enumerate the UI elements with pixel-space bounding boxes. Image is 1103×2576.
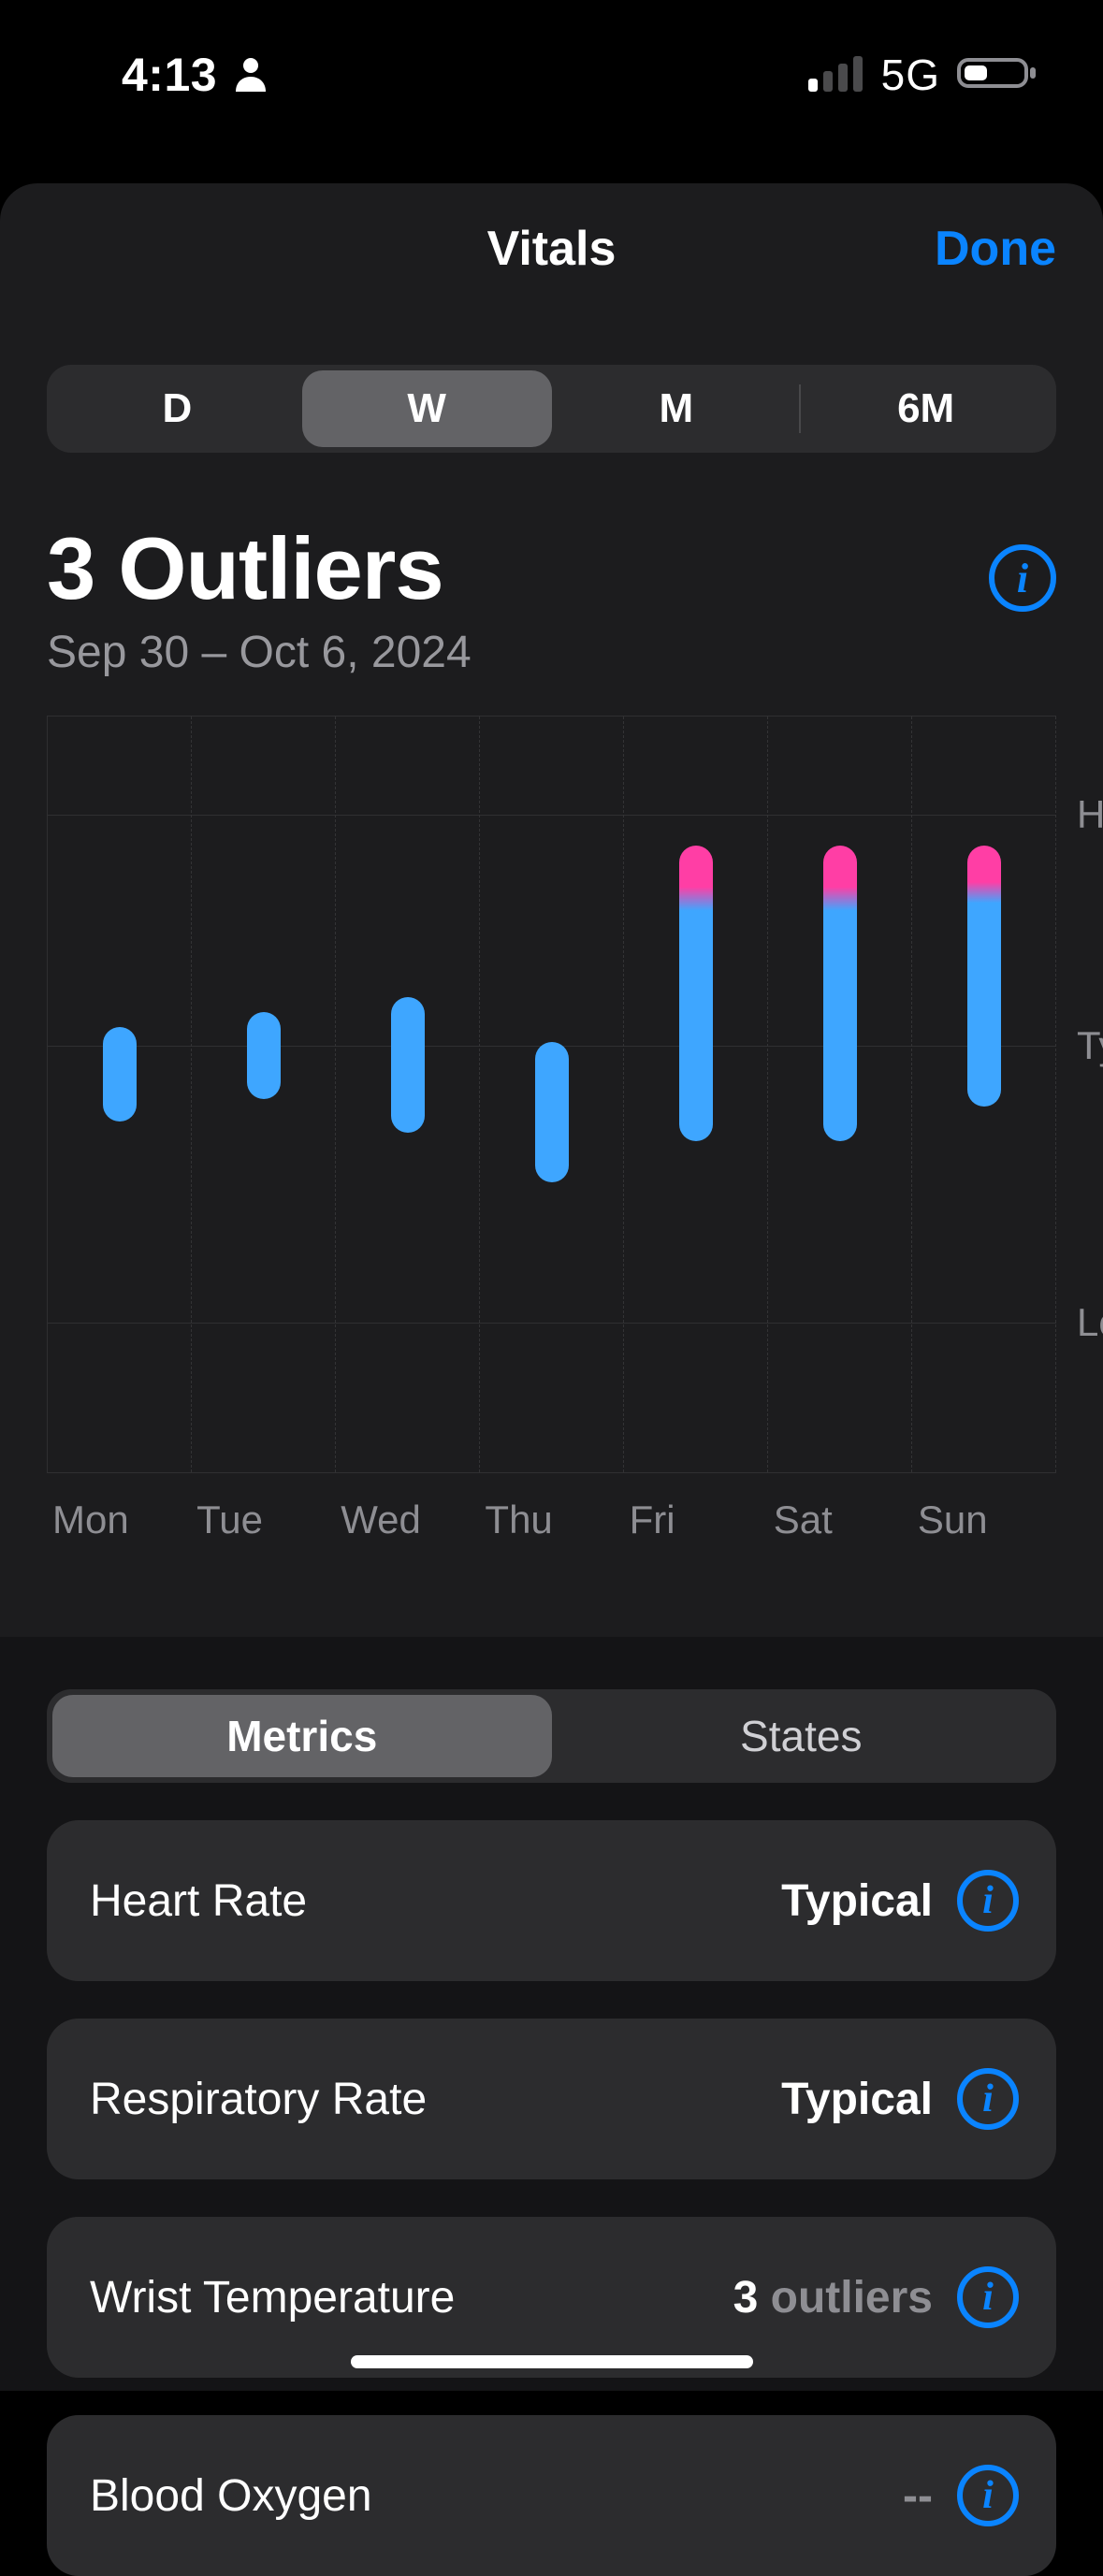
done-button[interactable]: Done [935,221,1056,277]
metric-name: Heart Rate [90,1875,781,1927]
status-bar: 4:13 5G [0,0,1103,150]
range-option-d[interactable]: D [52,370,302,447]
chart-bar [391,997,425,1134]
metric-name: Blood Oxygen [90,2470,903,2522]
x-axis-label: Thu [479,1498,623,1542]
chart-bar [103,1027,137,1122]
cellular-signal-icon [808,54,864,96]
chart-day-column [192,716,336,1472]
navbar: Vitals Done [0,183,1103,314]
details-section: MetricsStates Heart RateTypicaliRespirat… [0,1637,1103,2391]
metric-row[interactable]: Blood Oxygen-- i [47,2415,1056,2576]
chart-bar [247,1012,281,1099]
metric-list: Heart RateTypicaliRespiratory RateTypica… [0,1820,1103,2576]
metric-row[interactable]: Respiratory RateTypical i [47,2019,1056,2179]
detail-option-metrics[interactable]: Metrics [52,1695,552,1777]
vitals-chart[interactable]: HighTypicalLow MonTueWedThuFriSatSun [47,716,1056,1542]
metric-value: 3 outliers [733,2272,933,2323]
y-axis-labels: High Typical Low [1056,716,1103,1472]
chart-bar [967,846,1001,1107]
metric-name: Respiratory Rate [90,2074,781,2125]
x-axis-label: Sat [768,1498,912,1542]
info-icon[interactable]: i [957,2068,1019,2130]
range-option-m[interactable]: M [552,370,802,447]
home-indicator [351,2355,753,2368]
chart-bar [679,846,713,1141]
network-type: 5G [881,50,940,100]
chart-day-column [912,716,1056,1472]
profile-icon [232,54,269,96]
status-right: 5G [808,50,1038,100]
date-range: Sep 30 – Oct 6, 2024 [47,627,472,678]
y-axis-label: Typical [1077,1023,1103,1068]
detail-segmented-control[interactable]: MetricsStates [47,1689,1056,1783]
y-axis-label: High [1077,792,1103,837]
info-button[interactable]: i [989,544,1056,612]
page-title: Vitals [487,221,617,277]
x-axis-label: Fri [624,1498,768,1542]
outlier-count-title: 3 Outliers [47,518,472,619]
metric-row[interactable]: Heart RateTypical i [47,1820,1056,1981]
x-axis-label: Tue [191,1498,335,1542]
range-option-w[interactable]: W [302,370,552,447]
headline-block: 3 Outliers Sep 30 – Oct 6, 2024 i [0,453,1103,678]
x-axis-label: Mon [47,1498,191,1542]
status-left: 4:13 [122,48,269,102]
chart-day-column [336,716,480,1472]
metric-name: Wrist Temperature [90,2272,733,2323]
status-time: 4:13 [122,48,217,102]
metric-value: -- [903,2470,933,2522]
range-segmented-control[interactable]: DWM6M [47,365,1056,453]
vitals-sheet: Vitals Done DWM6M 3 Outliers Sep 30 – Oc… [0,183,1103,2391]
x-axis-labels: MonTueWedThuFriSatSun [47,1498,1056,1542]
info-icon[interactable]: i [957,2266,1019,2328]
x-axis-label: Wed [335,1498,479,1542]
metric-row[interactable]: Wrist Temperature3 outliers i [47,2217,1056,2378]
chart-day-column [48,716,192,1472]
metric-value: Typical [781,1875,933,1927]
info-icon[interactable]: i [957,2465,1019,2526]
info-icon[interactable]: i [957,1870,1019,1932]
detail-option-states[interactable]: States [552,1695,1052,1777]
range-option-6m[interactable]: 6M [801,370,1051,447]
metric-value: Typical [781,2074,933,2125]
chart-bar [535,1042,569,1182]
chart-day-column [768,716,912,1472]
chart-day-column [480,716,624,1472]
x-axis-label: Sun [912,1498,1056,1542]
y-axis-label: Low [1077,1300,1103,1345]
chart-day-column [624,716,768,1472]
chart-bar [823,846,857,1141]
battery-icon [957,54,1038,96]
